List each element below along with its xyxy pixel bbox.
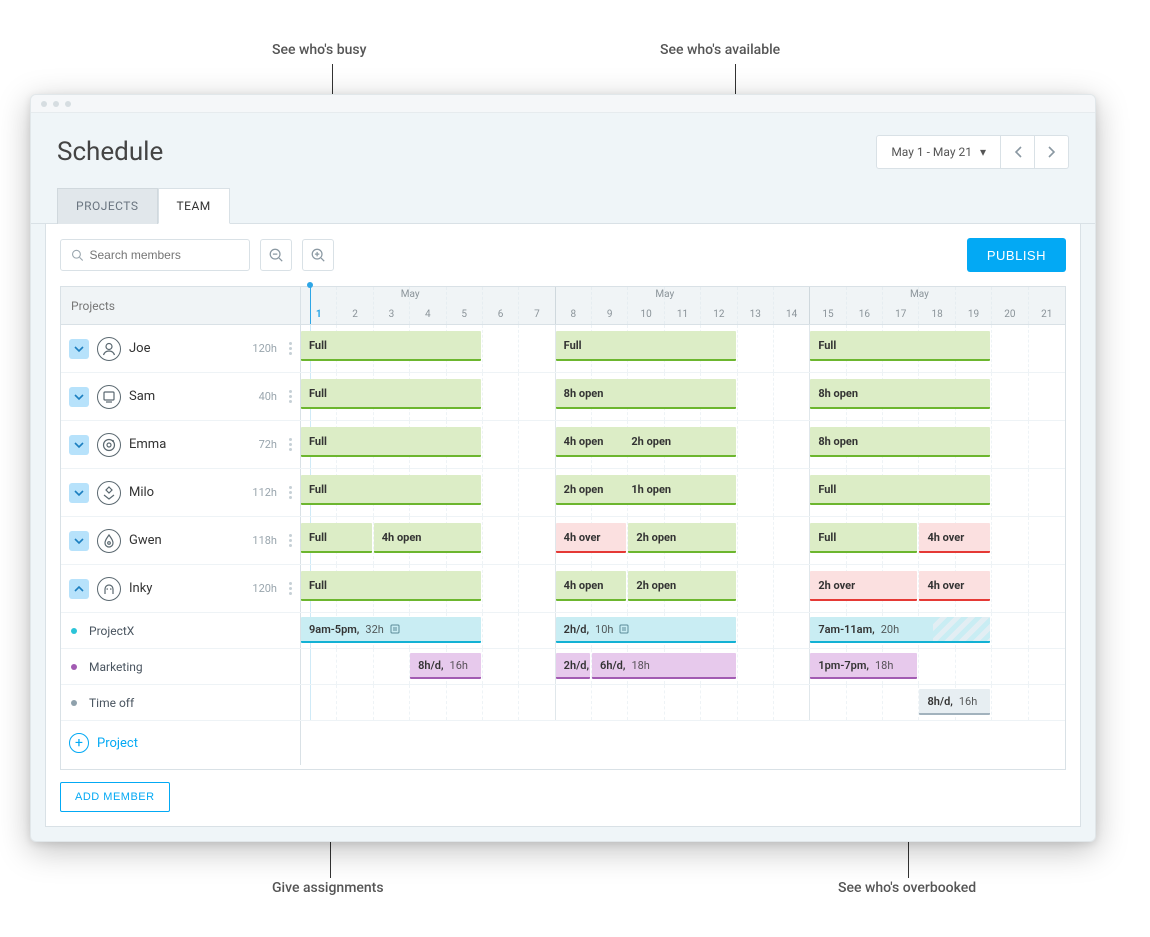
capacity-bar[interactable]: 4h over: [556, 523, 627, 553]
capacity-bar[interactable]: Full: [810, 523, 917, 553]
next-button[interactable]: [1035, 135, 1069, 169]
zoom-in-button[interactable]: [302, 239, 334, 271]
add-project-icon[interactable]: +: [69, 733, 89, 753]
date-range-label: May 1 - May 21: [891, 145, 972, 159]
capacity-bar[interactable]: Full: [301, 475, 481, 505]
capacity-bar[interactable]: 8h open: [556, 379, 736, 409]
subproject-name: Time off: [89, 696, 134, 710]
prev-button[interactable]: [1001, 135, 1035, 169]
expand-toggle[interactable]: [69, 483, 89, 503]
more-icon[interactable]: [289, 534, 292, 547]
more-icon[interactable]: [289, 390, 292, 403]
member-name: Inky: [129, 581, 244, 596]
capacity-bar[interactable]: Full: [810, 475, 990, 505]
capacity-bar[interactable]: Full: [810, 331, 990, 361]
search-icon: [71, 248, 83, 262]
member-name: Milo: [129, 485, 244, 500]
member-hours: 120h: [252, 582, 277, 595]
avatar: [97, 337, 121, 361]
header-projects-label: Projects: [61, 287, 301, 324]
more-icon[interactable]: [289, 582, 292, 595]
subproject-name: Marketing: [89, 660, 143, 674]
assignment-bar[interactable]: 6h/d,18h: [592, 653, 736, 679]
capacity-bar[interactable]: 2h open1h open: [556, 475, 736, 505]
member-hours: 112h: [252, 486, 277, 499]
member-hours: 72h: [259, 438, 277, 451]
capacity-bar[interactable]: Full: [301, 571, 481, 601]
add-member-button[interactable]: ADD MEMBER: [60, 782, 170, 812]
capacity-bar[interactable]: Full: [301, 379, 481, 409]
tab-projects[interactable]: PROJECTS: [57, 188, 158, 224]
tab-team[interactable]: TEAM: [158, 188, 230, 224]
callout-assignments: Give assignments: [272, 880, 384, 896]
assignment-bar[interactable]: 2h/d,4h: [556, 653, 590, 679]
project-color-dot: [71, 628, 77, 634]
capacity-bar[interactable]: Full: [301, 427, 481, 457]
capacity-bar[interactable]: Full: [556, 331, 736, 361]
callout-overbooked: See who's overbooked: [838, 880, 976, 896]
assignment-bar[interactable]: 8h/d,16h: [919, 689, 990, 715]
member-name: Gwen: [129, 533, 244, 548]
expand-toggle[interactable]: [69, 339, 89, 359]
capacity-bar[interactable]: 2h open: [628, 571, 735, 601]
assignment-bar[interactable]: 7am-11am,20h: [810, 617, 990, 643]
avatar: [97, 385, 121, 409]
zoom-out-button[interactable]: [260, 239, 292, 271]
capacity-bar[interactable]: 4h open: [556, 571, 627, 601]
search-input[interactable]: [89, 248, 239, 262]
capacity-bar[interactable]: 8h open: [810, 379, 990, 409]
assignment-bar[interactable]: 1pm-7pm,18h: [810, 653, 917, 679]
member-name: Emma: [129, 437, 251, 452]
note-icon: [619, 624, 629, 634]
capacity-bar[interactable]: 4h open2h open: [556, 427, 736, 457]
expand-toggle[interactable]: [69, 579, 89, 599]
schedule-grid: Projects 1234567891011121314151617181920…: [60, 286, 1066, 770]
capacity-bar[interactable]: 4h over: [919, 523, 990, 553]
capacity-bar[interactable]: 8h open: [810, 427, 990, 457]
expand-toggle[interactable]: [69, 531, 89, 551]
capacity-bar[interactable]: 4h over: [919, 571, 990, 601]
project-color-dot: [71, 700, 77, 706]
more-icon[interactable]: [289, 342, 292, 355]
capacity-bar[interactable]: 2h open: [628, 523, 735, 553]
avatar: [97, 433, 121, 457]
member-hours: 120h: [252, 342, 277, 355]
callout-available: See who's available: [660, 42, 780, 58]
avatar: [97, 577, 121, 601]
avatar: [97, 481, 121, 505]
search-wrapper[interactable]: [60, 239, 250, 271]
expand-toggle[interactable]: [69, 387, 89, 407]
publish-button[interactable]: PUBLISH: [967, 238, 1066, 272]
zoom-in-icon: [310, 247, 326, 263]
titlebar: [31, 95, 1095, 113]
capacity-bar[interactable]: 2h over: [810, 571, 917, 601]
assignment-bar[interactable]: 9am-5pm,32h: [301, 617, 481, 643]
member-hours: 118h: [252, 534, 277, 547]
subproject-name: ProjectX: [89, 624, 134, 638]
assignment-bar[interactable]: 8h/d,16h: [410, 653, 481, 679]
add-project-button[interactable]: Project: [97, 736, 138, 751]
assignment-bar[interactable]: 2h/d,10h: [556, 617, 736, 643]
avatar: [97, 529, 121, 553]
capacity-bar[interactable]: 4h open: [374, 523, 481, 553]
capacity-bar[interactable]: Full: [301, 331, 481, 361]
member-name: Sam: [129, 389, 251, 404]
member-hours: 40h: [259, 390, 277, 403]
date-range-button[interactable]: May 1 - May 21 ▾: [876, 135, 1001, 169]
capacity-bar[interactable]: Full: [301, 523, 372, 553]
more-icon[interactable]: [289, 486, 292, 499]
member-name: Joe: [129, 341, 244, 356]
callout-busy: See who's busy: [272, 42, 366, 58]
caret-down-icon: ▾: [980, 145, 986, 159]
note-icon: [390, 624, 400, 634]
app-window: Schedule May 1 - May 21 ▾ PROJECTS TEAM: [30, 94, 1096, 842]
expand-toggle[interactable]: [69, 435, 89, 455]
project-color-dot: [71, 664, 77, 670]
zoom-out-icon: [268, 247, 284, 263]
page-title: Schedule: [57, 137, 163, 167]
more-icon[interactable]: [289, 438, 292, 451]
